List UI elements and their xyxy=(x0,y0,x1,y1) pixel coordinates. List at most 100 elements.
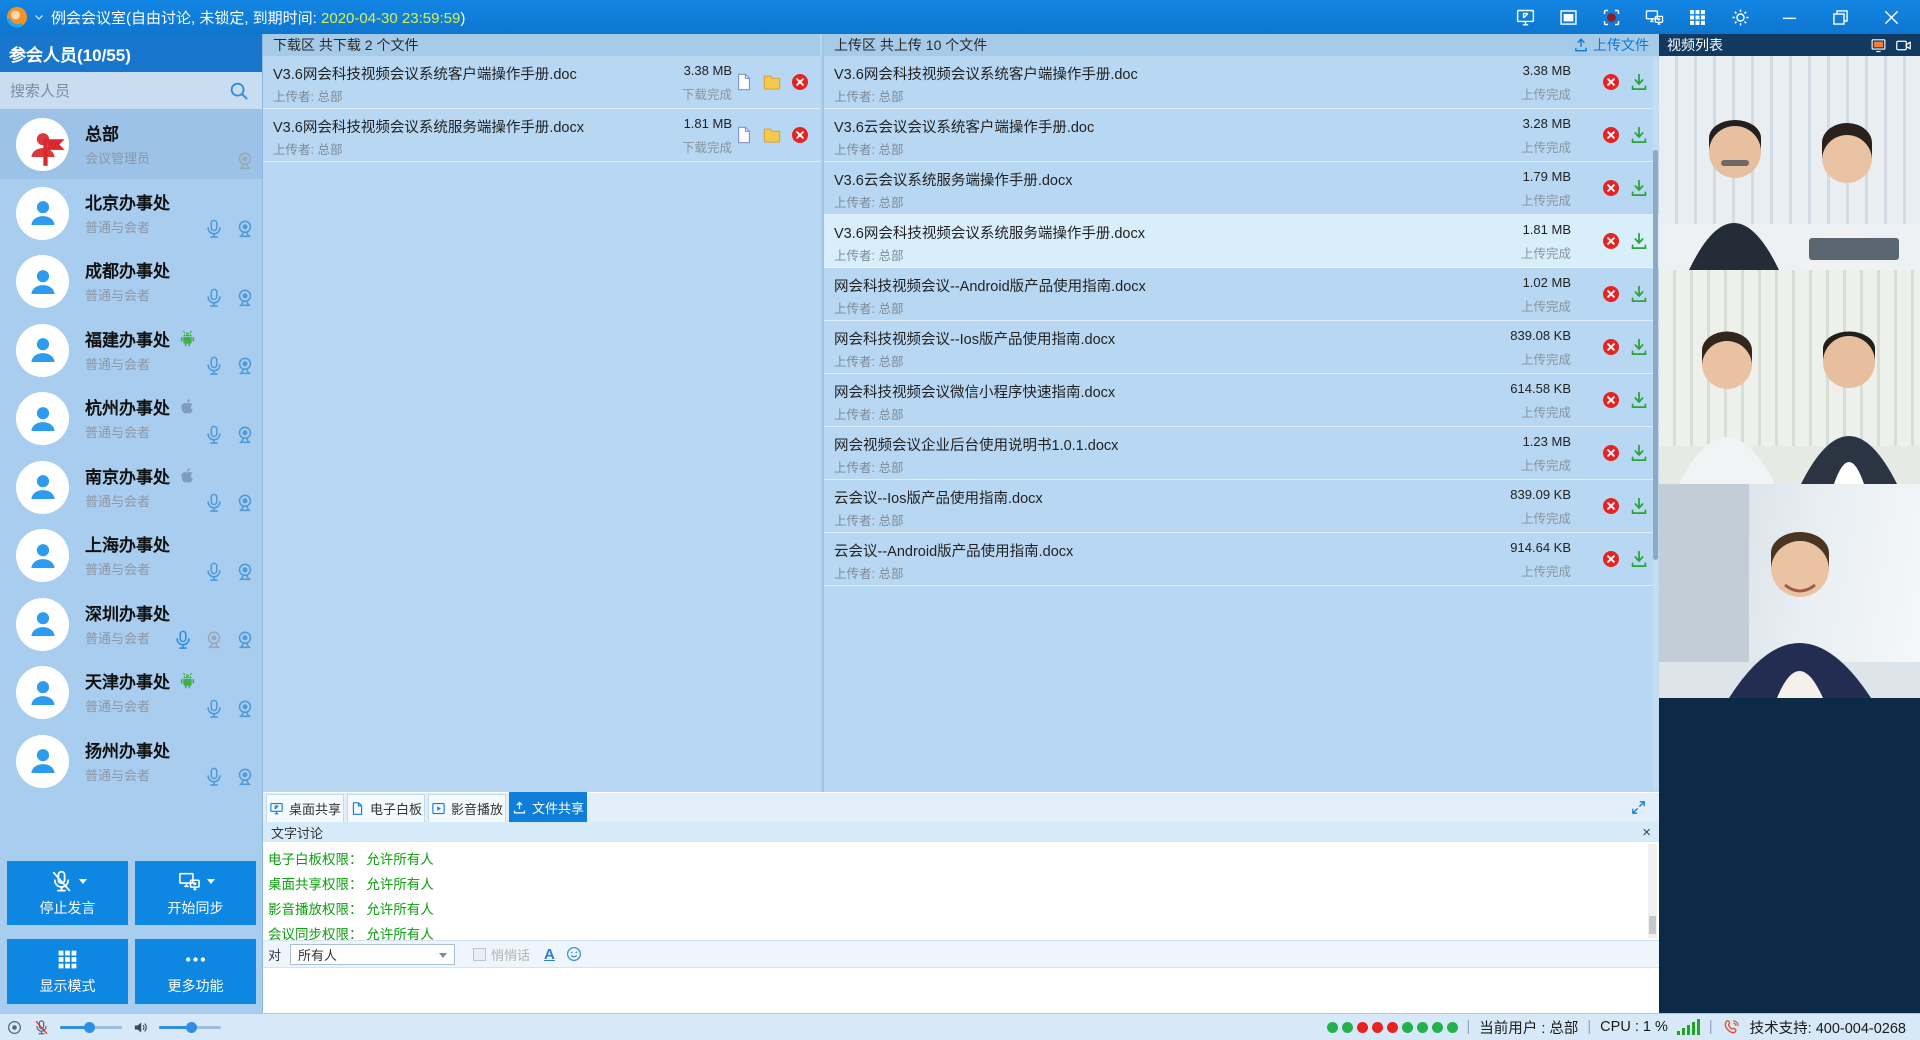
delete-icon[interactable] xyxy=(790,72,810,92)
speaker-icon[interactable] xyxy=(132,1019,149,1036)
tab-file-share[interactable]: 文件共享 xyxy=(509,792,587,822)
document-icon[interactable] xyxy=(734,125,754,145)
camera-icon[interactable] xyxy=(234,561,256,583)
record-icon[interactable] xyxy=(1601,7,1622,28)
mic-icon[interactable] xyxy=(172,629,194,651)
download-icon[interactable] xyxy=(1629,231,1649,251)
document-icon[interactable] xyxy=(734,72,754,92)
upload-file-row[interactable]: 网会科技视频会议微信小程序快速指南.docx 上传者: 总部 614.58 KB… xyxy=(824,374,1659,427)
download-icon[interactable] xyxy=(1629,549,1649,569)
delete-icon[interactable] xyxy=(1601,284,1621,304)
camera-icon[interactable] xyxy=(234,629,256,651)
delete-icon[interactable] xyxy=(1601,231,1621,251)
screen-share-icon[interactable] xyxy=(1515,7,1536,28)
camera-icon[interactable] xyxy=(234,355,256,377)
download-icon[interactable] xyxy=(1629,496,1649,516)
tab-desktop-share[interactable]: 桌面共享 xyxy=(266,794,344,822)
camera-grey-icon[interactable] xyxy=(234,150,256,172)
window-icon[interactable] xyxy=(1558,7,1579,28)
upload-file-row[interactable]: V3.6云会议系统服务端操作手册.docx 上传者: 总部 1.79 MB上传完… xyxy=(824,162,1659,215)
camera-icon[interactable] xyxy=(234,492,256,514)
upload-file-row[interactable]: V3.6网会科技视频会议系统客户端操作手册.doc 上传者: 总部 3.38 M… xyxy=(824,56,1659,109)
participant-row[interactable]: 北京办事处 普通与会者 xyxy=(0,179,262,248)
upload-file-button[interactable]: 上传文件 xyxy=(1573,35,1649,55)
delete-icon[interactable] xyxy=(1601,496,1621,516)
close-icon[interactable] xyxy=(1881,7,1902,28)
settings-icon[interactable] xyxy=(1730,7,1751,28)
mic-icon[interactable] xyxy=(203,561,225,583)
participant-row[interactable]: 天津办事处 普通与会者 xyxy=(0,658,262,727)
delete-icon[interactable] xyxy=(1601,72,1621,92)
mic-icon[interactable] xyxy=(203,355,225,377)
maximize-icon[interactable] xyxy=(1830,7,1851,28)
title-dropdown-icon[interactable] xyxy=(33,11,45,23)
participant-row[interactable]: 南京办事处 普通与会者 xyxy=(0,453,262,522)
upload-scrollbar[interactable] xyxy=(1653,58,1658,790)
folder-icon[interactable] xyxy=(762,125,782,145)
download-icon[interactable] xyxy=(1629,125,1649,145)
folder-icon[interactable] xyxy=(762,72,782,92)
video-thumbnail[interactable] xyxy=(1659,56,1920,270)
font-color-button[interactable]: A xyxy=(544,946,555,963)
upload-file-row[interactable]: 云会议--Android版产品使用指南.docx 上传者: 总部 914.64 … xyxy=(824,533,1659,586)
mic-icon[interactable] xyxy=(203,287,225,309)
download-icon[interactable] xyxy=(1629,178,1649,198)
upload-file-row[interactable]: 云会议--Ios版产品使用指南.docx 上传者: 总部 839.09 KB上传… xyxy=(824,480,1659,533)
tab-media-play[interactable]: 影音播放 xyxy=(428,794,506,822)
camera-icon[interactable] xyxy=(234,218,256,240)
download-icon[interactable] xyxy=(1629,337,1649,357)
camera-grey-icon[interactable] xyxy=(203,629,225,651)
record-dot-icon[interactable] xyxy=(6,1019,23,1036)
dropdown-arrow-icon[interactable] xyxy=(207,879,215,884)
mic-icon[interactable] xyxy=(203,698,225,720)
download-icon[interactable] xyxy=(1629,284,1649,304)
video-thumbnail[interactable] xyxy=(1659,484,1920,698)
mic-icon[interactable] xyxy=(203,218,225,240)
participant-row[interactable]: 扬州办事处 普通与会者 xyxy=(0,727,262,796)
recipient-select[interactable]: 所有人 xyxy=(290,944,455,965)
fullscreen-expand-icon[interactable] xyxy=(1630,799,1647,816)
delete-icon[interactable] xyxy=(1601,443,1621,463)
more-functions-button[interactable]: 更多功能 xyxy=(135,939,256,1004)
participant-row[interactable]: 上海办事处 普通与会者 xyxy=(0,521,262,590)
upload-file-row-selected[interactable]: V3.6网会科技视频会议系统服务端操作手册.docx 上传者: 总部 1.81 … xyxy=(824,215,1659,268)
speaker-volume-slider[interactable] xyxy=(159,1026,221,1029)
download-icon[interactable] xyxy=(1629,390,1649,410)
grid-icon[interactable] xyxy=(1687,7,1708,28)
emoji-icon[interactable] xyxy=(565,945,583,963)
video-camera-icon[interactable] xyxy=(1895,37,1912,54)
participant-row[interactable]: 福建办事处 普通与会者 xyxy=(0,316,262,385)
chat-close-icon[interactable]: × xyxy=(1642,825,1651,840)
delete-icon[interactable] xyxy=(1601,549,1621,569)
participant-row[interactable]: 杭州办事处 普通与会者 xyxy=(0,384,262,453)
mic-icon[interactable] xyxy=(203,424,225,446)
upload-file-row[interactable]: 网会科技视频会议--Android版产品使用指南.docx 上传者: 总部 1.… xyxy=(824,268,1659,321)
download-icon[interactable] xyxy=(1629,443,1649,463)
video-wall-icon[interactable] xyxy=(1870,37,1887,54)
upload-file-row[interactable]: 网会科技视频会议--Ios版产品使用指南.docx 上传者: 总部 839.08… xyxy=(824,321,1659,374)
delete-icon[interactable] xyxy=(1601,125,1621,145)
camera-icon[interactable] xyxy=(234,698,256,720)
pc-share-icon[interactable] xyxy=(1644,7,1665,28)
start-sync-button[interactable]: 开始同步 xyxy=(135,861,256,925)
minimize-icon[interactable] xyxy=(1779,7,1800,28)
search-icon[interactable] xyxy=(228,80,250,102)
stop-speaking-button[interactable]: 停止发言 xyxy=(7,861,128,925)
mic-volume-slider[interactable] xyxy=(60,1026,122,1029)
participant-row[interactable]: 总部 会议管理员 xyxy=(0,110,262,179)
participant-row[interactable]: 成都办事处 普通与会者 xyxy=(0,247,262,316)
download-file-row[interactable]: V3.6网会科技视频会议系统服务端操作手册.docx 上传者: 总部 1.81 … xyxy=(263,109,820,162)
delete-icon[interactable] xyxy=(1601,390,1621,410)
upload-file-row[interactable]: 网会视频会议企业后台使用说明书1.0.1.docx 上传者: 总部 1.23 M… xyxy=(824,427,1659,480)
mic-muted-icon[interactable] xyxy=(33,1019,50,1036)
download-file-row[interactable]: V3.6网会科技视频会议系统客户端操作手册.doc 上传者: 总部 3.38 M… xyxy=(263,56,820,109)
participant-row[interactable]: 深圳办事处 普通与会者 xyxy=(0,590,262,659)
mic-icon[interactable] xyxy=(203,492,225,514)
tab-whiteboard[interactable]: 电子白板 xyxy=(347,794,425,822)
delete-icon[interactable] xyxy=(1601,178,1621,198)
delete-icon[interactable] xyxy=(1601,337,1621,357)
display-mode-button[interactable]: 显示模式 xyxy=(7,939,128,1004)
camera-icon[interactable] xyxy=(234,424,256,446)
download-icon[interactable] xyxy=(1629,72,1649,92)
delete-icon[interactable] xyxy=(790,125,810,145)
